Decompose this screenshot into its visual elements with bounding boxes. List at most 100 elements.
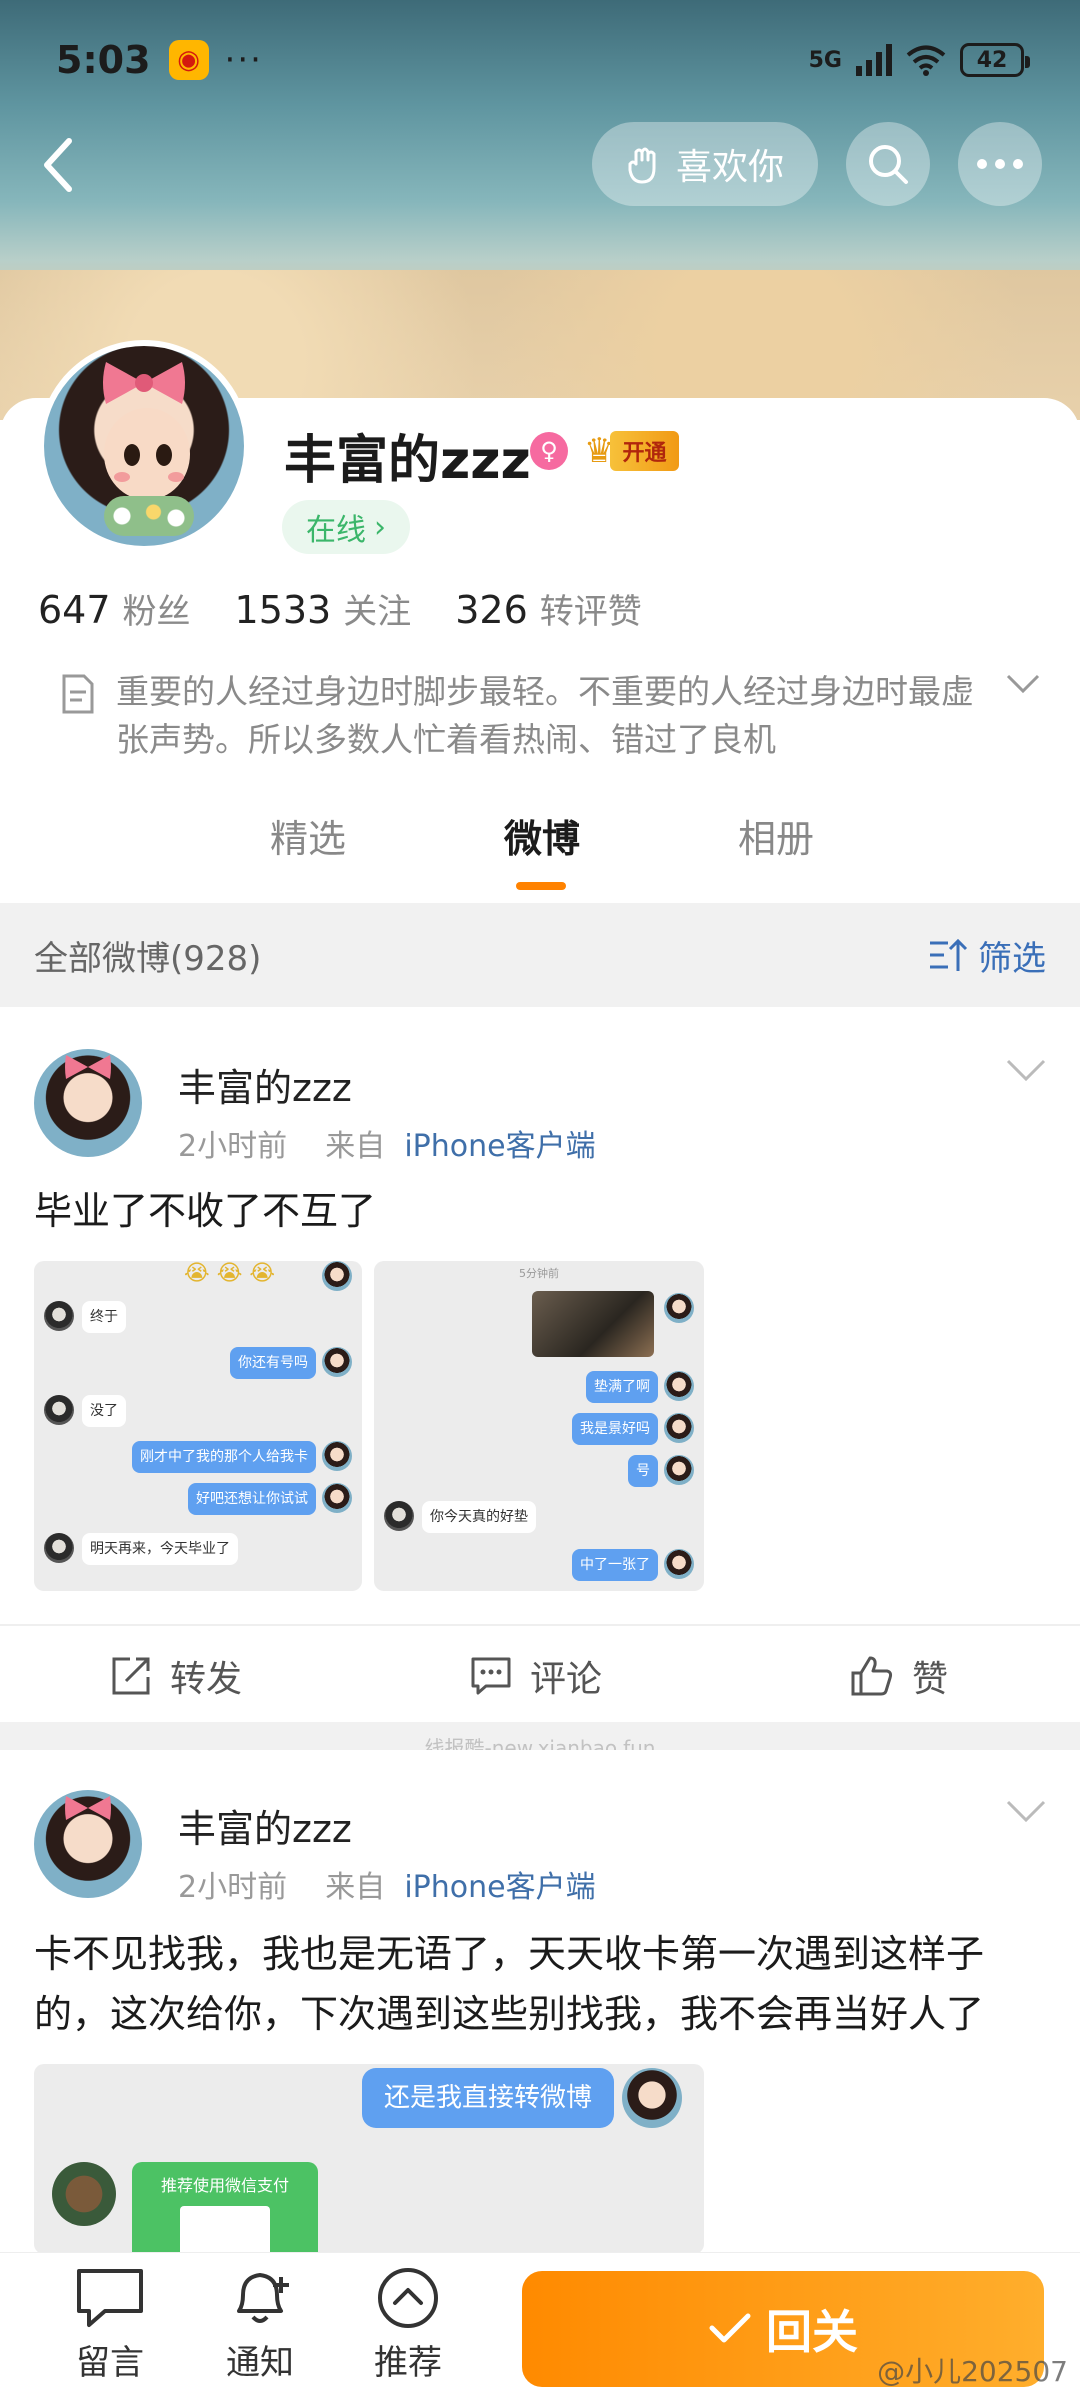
- tab-album[interactable]: 相册: [738, 808, 814, 863]
- chat-bubble: 刚才中了我的那个人给我卡: [132, 1441, 316, 1473]
- chat-bubble: 还是我直接转微博: [362, 2068, 615, 2128]
- bell-icon: [237, 2273, 289, 2323]
- chat-bubble: 明天再来，今天毕业了: [82, 1533, 238, 1565]
- profile-avatar[interactable]: [38, 340, 250, 552]
- qr-code-icon: [180, 2206, 270, 2254]
- follow-back-label: 回关: [766, 2305, 858, 2359]
- post-image-2[interactable]: 5分钟前 垫满了啊 我是景好吗 号 你今天真的好垫 中了一张了: [374, 1261, 704, 1591]
- post-source-prefix: 来自: [325, 1129, 386, 1164]
- female-icon: ♀: [530, 432, 568, 470]
- profile-bio[interactable]: 重要的人经过身边时脚步最轻。不重要的人经过身边时最虚张声势。所以多数人忙着看热闹…: [60, 668, 1040, 764]
- comment-button[interactable]: 评论: [470, 1626, 602, 1726]
- signature-watermark: @小儿202507: [877, 2355, 1068, 2388]
- post-time: 2小时前: [178, 1129, 288, 1164]
- filter-button[interactable]: 筛选: [928, 931, 1046, 980]
- chat-bubble: 终于: [82, 1301, 126, 1333]
- chat-bubble: 你还有号吗: [230, 1347, 316, 1379]
- post-source-prefix: 来自: [325, 1870, 386, 1905]
- online-status-chip[interactable]: 在线 ›: [282, 500, 410, 554]
- chat-bubble: 没了: [82, 1395, 126, 1427]
- more-notifications-icon: ···: [224, 40, 263, 80]
- chat-time: 5分钟前: [519, 1267, 559, 1280]
- post-image-1[interactable]: 😭 😭 😭 终于 你还有号吗 没了 刚才中了我的那个人给我卡 好吧还想让你试试 …: [34, 1261, 362, 1591]
- followers-label[interactable]: 粉丝: [123, 584, 191, 633]
- post-source[interactable]: iPhone客户端: [404, 1870, 595, 1905]
- message-label: 留言: [76, 2343, 144, 2383]
- post-meta: 2小时前 来自 iPhone客户端: [178, 1121, 596, 1165]
- online-label: 在线: [306, 513, 366, 548]
- chevron-up-circle-icon: [378, 2268, 438, 2328]
- post-image-1[interactable]: 还是我直接转微博 推荐使用微信支付: [34, 2064, 704, 2254]
- filter-bar: 全部微博(928) 筛选: [0, 903, 1080, 1007]
- chevron-down-icon[interactable]: [1006, 674, 1040, 694]
- battery-icon: 42: [960, 43, 1030, 77]
- interactions-count: 326: [455, 588, 528, 632]
- filter-label: 筛选: [978, 938, 1046, 979]
- post-actions-bar: 转发 评论 赞: [0, 1624, 1080, 1724]
- check-icon: [709, 2313, 751, 2343]
- post-author-avatar[interactable]: [34, 1049, 142, 1157]
- weibo-notification-icon: ◉: [168, 40, 209, 80]
- bow-graphic: [103, 362, 185, 404]
- notify-label: 通知: [226, 2343, 294, 2383]
- chevron-right-icon: ›: [374, 509, 386, 545]
- message-button[interactable]: 留言: [50, 2267, 170, 2384]
- recommend-label: 推荐: [374, 2343, 442, 2383]
- tab-featured[interactable]: 精选: [270, 808, 346, 863]
- document-icon: [62, 674, 94, 714]
- signal-icon: [856, 44, 892, 76]
- post-time: 2小时前: [178, 1870, 288, 1905]
- post-author-avatar[interactable]: [34, 1790, 142, 1898]
- like-button[interactable]: 赞: [850, 1626, 948, 1726]
- profile-name: 丰富的zzz: [284, 431, 531, 491]
- payment-card: 推荐使用微信支付: [132, 2162, 318, 2254]
- chevron-down-icon[interactable]: [1006, 1800, 1046, 1822]
- thumbs-up-icon: [851, 1656, 893, 1696]
- notify-button[interactable]: 通知: [200, 2267, 320, 2384]
- like-you-button[interactable]: 喜欢你: [592, 122, 818, 206]
- interactions-label: 转评赞: [539, 592, 642, 632]
- post-card[interactable]: 丰富的zzz 2小时前 来自 iPhone客户端 毕业了不收了不互了 😭 😭 😭…: [0, 1009, 1080, 1722]
- search-button[interactable]: [846, 122, 930, 206]
- following-count[interactable]: 1533: [235, 588, 332, 632]
- post-author-name[interactable]: 丰富的zzz: [178, 1798, 352, 1853]
- post-text: 卡不见找我，我也是无语了，天天收卡第一次遇到这样子的，这次给你，下次遇到这些别找…: [34, 1932, 985, 2036]
- emoji-row: 😭 😭 😭: [184, 1261, 276, 1286]
- payment-card-title: 推荐使用微信支付: [160, 2176, 289, 2195]
- like-you-label: 喜欢你: [675, 147, 784, 188]
- following-label[interactable]: 关注: [343, 584, 411, 633]
- chat-bubble: 我是景好吗: [572, 1413, 658, 1445]
- post-text: 毕业了不收了不互了: [34, 1189, 377, 1233]
- status-bar: 5:03 ◉ ··· 5G 42: [56, 34, 1030, 86]
- repost-button[interactable]: 转发: [110, 1626, 242, 1726]
- profile-stats: 647 粉丝 1533 关注 326 转评赞: [38, 584, 686, 633]
- photo-thumbnail: [532, 1291, 654, 1357]
- active-tab-indicator: [516, 882, 566, 890]
- chat-bubble: 垫满了啊: [586, 1371, 658, 1403]
- post-author-name[interactable]: 丰富的zzz: [178, 1057, 352, 1112]
- all-posts-label: 全部微博(928): [34, 938, 262, 979]
- back-button[interactable]: [34, 130, 82, 200]
- status-time: 5:03: [56, 38, 151, 82]
- followers-count[interactable]: 647: [38, 588, 111, 632]
- profile-tabs: 精选 微博 相册: [0, 808, 1080, 900]
- chat-bubble: 号: [628, 1455, 658, 1487]
- recommend-button[interactable]: 推荐: [348, 2267, 468, 2384]
- post-card[interactable]: 丰富的zzz 2小时前 来自 iPhone客户端 卡不见找我，我也是无语了，天天…: [0, 1750, 1080, 2254]
- message-icon: [77, 2269, 143, 2327]
- post-source[interactable]: iPhone客户端: [404, 1129, 595, 1164]
- weibo-profile-page: 5:03 ◉ ··· 5G 42 喜欢你 丰富的zzz ♀ ♛ 开通 在线 › …: [0, 0, 1080, 2400]
- repost-icon: [112, 1657, 150, 1695]
- comment-label: 评论: [530, 1659, 603, 1700]
- hand-wave-icon: [628, 147, 656, 184]
- more-button[interactable]: [958, 122, 1042, 206]
- wifi-icon: [906, 45, 946, 76]
- filter-icon: [930, 938, 968, 971]
- chat-bubble: 好吧还想让你试试: [188, 1483, 316, 1515]
- chevron-down-icon[interactable]: [1006, 1059, 1046, 1081]
- tab-weibo[interactable]: 微博: [504, 808, 580, 863]
- repost-label: 转发: [170, 1659, 243, 1700]
- search-icon: [869, 145, 908, 184]
- vip-badge[interactable]: ♛ 开通: [584, 430, 679, 472]
- chat-bubble: 中了一张了: [572, 1549, 658, 1581]
